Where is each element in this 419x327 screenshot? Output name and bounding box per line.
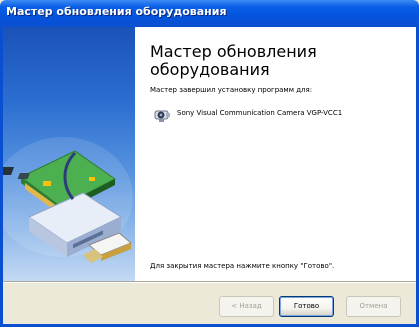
divider <box>3 281 416 283</box>
window-title: Мастер обновления оборудования <box>6 5 227 18</box>
finish-button-label: Готово <box>293 302 320 310</box>
finish-button[interactable]: Готово <box>279 296 334 317</box>
completion-description: Мастер завершил установку программ для: <box>150 86 313 94</box>
back-button-label: < Назад <box>231 302 262 310</box>
window-border-left <box>0 27 3 327</box>
cancel-button-label: Отмена <box>359 302 388 310</box>
title-bar[interactable]: Мастер обновления оборудования <box>0 0 419 27</box>
wizard-body: Мастер обновления оборудования Мастер за… <box>3 27 416 281</box>
cancel-button[interactable]: Отмена <box>346 296 401 317</box>
finish-instruction: Для закрытия мастера нажмите кнопку "Гот… <box>150 262 335 270</box>
back-button[interactable]: < Назад <box>219 296 274 317</box>
camera-icon <box>154 110 170 122</box>
wizard-side-panel <box>3 27 135 281</box>
device-name: Sony Visual Communication Camera VGP-VCC… <box>177 109 343 117</box>
wizard-window: Мастер обновления оборудования Мастер об… <box>0 0 419 327</box>
installed-device: Sony Visual Communication Camera VGP-VCC… <box>153 105 413 127</box>
hardware-illustration-icon <box>3 137 133 263</box>
page-title: Мастер обновления оборудования <box>150 42 317 79</box>
